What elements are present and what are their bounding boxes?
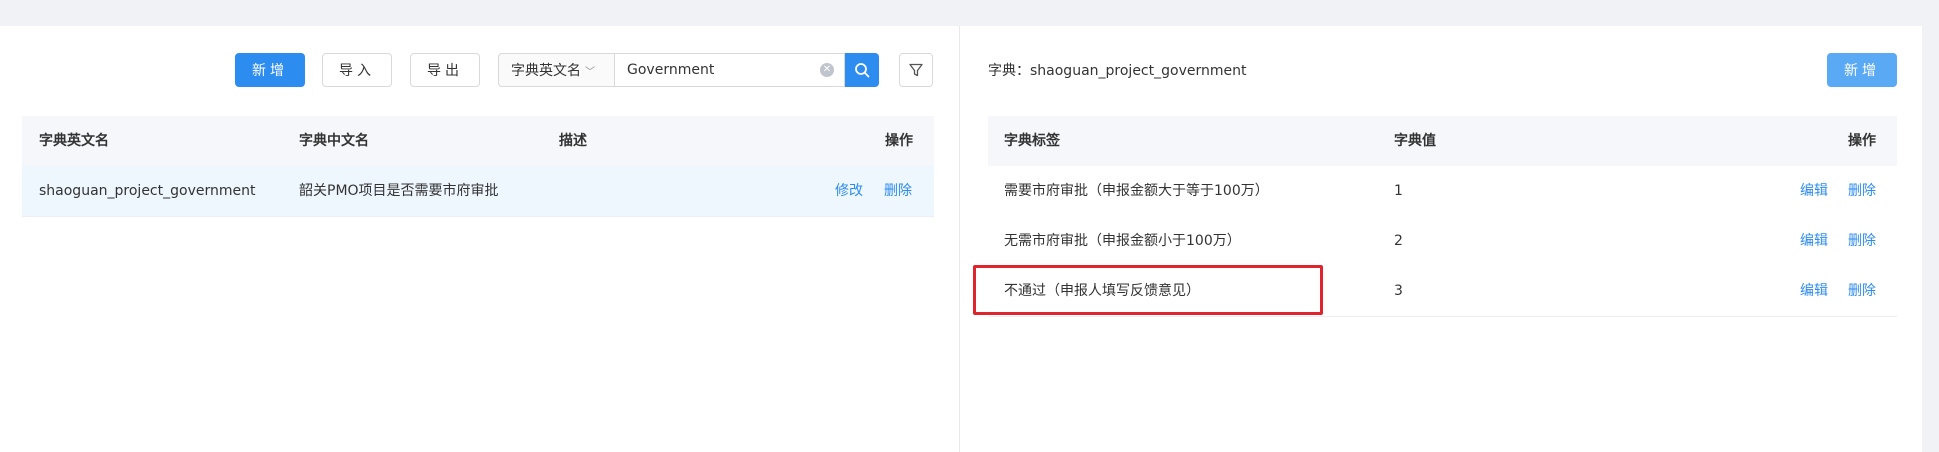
- cell-label: 无需市府审批（申报金额小于100万）: [1004, 233, 1241, 249]
- delete-link[interactable]: 删除: [884, 166, 912, 216]
- chevron-down-icon: ﹀: [585, 66, 595, 78]
- search-input-value: Government: [627, 62, 715, 78]
- import-button[interactable]: 导入: [322, 53, 392, 87]
- filter-icon: [909, 63, 923, 77]
- dictionary-title: 字典：shaoguan_project_government: [988, 63, 1247, 79]
- table-row[interactable]: shaoguan_project_government 韶关PMO项目是否需要市…: [22, 166, 934, 217]
- add-dictionary-button[interactable]: 新增: [235, 53, 305, 87]
- dictionary-table-header: 字典英文名 字典中文名 描述 操作: [22, 116, 934, 167]
- col-header-actions: 操作: [885, 133, 913, 149]
- cell-value: 3: [1394, 283, 1403, 299]
- delete-link[interactable]: 删除: [1848, 216, 1876, 266]
- search-field-select[interactable]: 字典英文名 ﹀: [498, 53, 614, 87]
- search-input[interactable]: Government ✕: [614, 53, 845, 87]
- col-header-cn-name: 字典中文名: [299, 133, 369, 149]
- table-row[interactable]: 需要市府审批（申报金额大于等于100万） 1 编辑 删除: [988, 166, 1897, 217]
- filter-button[interactable]: [899, 53, 933, 87]
- search-button[interactable]: [845, 53, 879, 87]
- edit-link[interactable]: 修改: [835, 166, 863, 216]
- search-field-label: 字典英文名: [511, 63, 581, 79]
- panel-divider: [959, 26, 960, 452]
- col-header-description: 描述: [559, 133, 587, 149]
- cell-label: 需要市府审批（申报金额大于等于100万）: [1004, 183, 1269, 199]
- highlight-annotation-box: [973, 265, 1323, 315]
- edit-link[interactable]: 编辑: [1800, 266, 1828, 316]
- delete-link[interactable]: 删除: [1848, 266, 1876, 316]
- col-header-en-name: 字典英文名: [39, 133, 109, 149]
- col-header-value: 字典值: [1394, 133, 1436, 149]
- col-header-actions: 操作: [1848, 133, 1876, 149]
- clear-icon[interactable]: ✕: [820, 63, 834, 77]
- col-header-label: 字典标签: [1004, 133, 1060, 149]
- export-button[interactable]: 导出: [410, 53, 480, 87]
- add-item-button[interactable]: 新增: [1827, 53, 1897, 87]
- edit-link[interactable]: 编辑: [1800, 216, 1828, 266]
- cell-value: 1: [1394, 183, 1403, 199]
- search-icon: [855, 63, 870, 78]
- cell-en-name: shaoguan_project_government: [39, 183, 256, 199]
- cell-value: 2: [1394, 233, 1403, 249]
- cell-cn-name: 韶关PMO项目是否需要市府审批: [299, 183, 499, 199]
- table-row[interactable]: 无需市府审批（申报金额小于100万） 2 编辑 删除: [988, 216, 1897, 267]
- delete-link[interactable]: 删除: [1848, 166, 1876, 216]
- edit-link[interactable]: 编辑: [1800, 166, 1828, 216]
- dictionary-items-header: 字典标签 字典值 操作: [988, 116, 1897, 167]
